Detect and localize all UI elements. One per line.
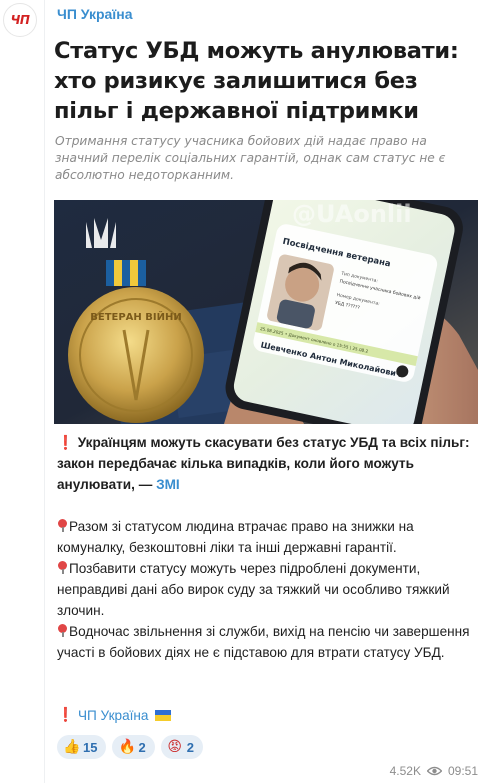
point-text: Разом зі статусом людина втрачає право н… — [57, 519, 414, 555]
reaction-thumbs-up[interactable]: 👍 15 — [57, 735, 107, 759]
chat-left-rail: ЧП — [0, 0, 44, 783]
avatar-text: ЧП — [10, 13, 30, 27]
lead-paragraph: ❗ Українцям можуть скасувати без статус … — [57, 432, 477, 495]
eye-icon — [426, 766, 442, 776]
view-count: 4.52K — [389, 764, 421, 778]
fire-icon: 🔥 — [118, 739, 136, 755]
lead-text: Українцям можуть скасувати без статус УБ… — [57, 435, 470, 492]
pushpin-icon — [57, 561, 68, 574]
image-watermark: @UAonlii — [292, 200, 412, 228]
medal-icon — [68, 287, 204, 423]
exclamation-icon: ❗ — [57, 435, 74, 450]
reactions-bar: 👍 15 🔥 2 😡 2 — [57, 735, 203, 759]
post-signature: ❗ ЧП Україна — [57, 707, 172, 723]
svg-text:ВЕТЕРАН ВІЙНИ: ВЕТЕРАН ВІЙНИ — [90, 310, 181, 323]
list-item: Разом зі статусом людина втрачає право н… — [57, 516, 477, 558]
ukraine-flag-icon — [155, 709, 172, 721]
post-body: ❗ Українцям можуть скасувати без статус … — [57, 432, 477, 663]
pushpin-icon — [57, 624, 68, 637]
channel-name-link[interactable]: ЧП Україна — [57, 6, 133, 22]
reaction-count: 2 — [138, 739, 146, 755]
message-time: 09:51 — [447, 764, 478, 778]
signature-channel-link[interactable]: ЧП Україна — [78, 708, 149, 723]
reaction-fire[interactable]: 🔥 2 — [112, 735, 155, 759]
post-subtitle: Отримання статусу учасника бойових дій н… — [55, 134, 446, 182]
message-meta: 4.52K 09:51 — [390, 764, 478, 778]
message-bubble: ЧП Україна Статус УБД можуть анулювати: … — [44, 0, 488, 783]
list-item: Водночас звільнення зі служби, вихід на … — [57, 621, 477, 663]
thumbs-up-icon: 👍 — [63, 739, 81, 755]
exclamation-icon: ❗ — [57, 707, 74, 722]
reaction-count: 2 — [186, 739, 194, 755]
reaction-angry[interactable]: 😡 2 — [160, 735, 203, 759]
reaction-count: 15 — [83, 739, 98, 755]
angry-face-icon: 😡 — [167, 739, 182, 755]
post-headline: Статус УБД можуть анулювати: хто ризикує… — [54, 38, 459, 124]
pushpin-icon — [57, 519, 68, 532]
point-text: Позбавити статусу можуть через підроблен… — [57, 561, 450, 618]
list-item: Позбавити статусу можуть через підроблен… — [57, 558, 477, 621]
source-link[interactable]: ЗМІ — [156, 477, 180, 492]
post-image[interactable]: ВЕТЕРАН ВІЙНИ Посвідчення ветерана Тип д… — [54, 200, 478, 424]
point-text: Водночас звільнення зі служби, вихід на … — [57, 624, 470, 660]
channel-avatar[interactable]: ЧП — [3, 3, 37, 37]
post-image-illustration: ВЕТЕРАН ВІЙНИ Посвідчення ветерана Тип д… — [54, 200, 478, 424]
